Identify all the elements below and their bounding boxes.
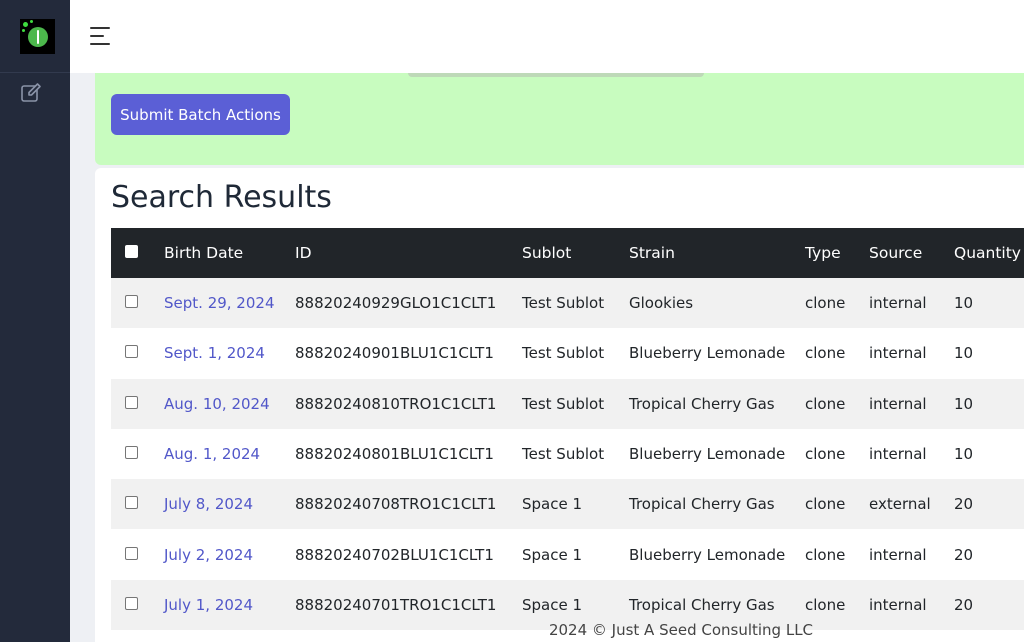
cell-sublot: Space 1 (522, 495, 583, 514)
row-select-cell (111, 429, 164, 479)
row-select-cell (111, 479, 164, 529)
sidebar-divider (0, 72, 70, 73)
row-select-cell (111, 328, 164, 378)
table-row: Sept. 1, 2024 88820240901BLU1C1CLT1 Test S… (111, 328, 1024, 379)
cell-birth-date: July 8, 2024 (164, 479, 295, 529)
cell-id: 88820240901BLU1C1CLT1 (295, 344, 494, 363)
search-results-title: Search Results (111, 180, 332, 215)
column-header[interactable]: Source (869, 228, 954, 278)
cell-id: 88820240810TRO1C1CLT1 (295, 394, 497, 413)
column-header[interactable]: Quantity (954, 228, 1024, 278)
row-checkbox[interactable] (125, 345, 138, 359)
cell-source: internal (869, 344, 927, 363)
cell-sublot: Space 1 (522, 545, 583, 564)
cell-id: 88820240801BLU1C1CLT1 (295, 445, 494, 464)
cell-type: clone (805, 294, 846, 313)
seed-leaf-logo-icon[interactable] (20, 19, 55, 54)
footer-copyright: 2024 © Just A Seed Consulting LLC (548, 621, 814, 639)
cell-quantity: 10 (954, 394, 974, 413)
search-results-card: Search Results Birth Date ID Sublot Stra… (95, 168, 1024, 642)
cell-strain: Blueberry Lemonade (629, 545, 786, 564)
sidebar (0, 0, 70, 642)
cell-type: clone (805, 394, 846, 413)
cell-source: internal (869, 445, 927, 464)
cell-type: clone (805, 545, 846, 564)
cell-birth-date: Aug. 1, 2024 (164, 429, 295, 479)
birth-date-link[interactable]: July 2, 2024 (164, 546, 253, 564)
birth-date-link[interactable]: Aug. 1, 2024 (164, 445, 260, 463)
results-table: Birth Date ID Sublot Strain Type Source … (111, 228, 1024, 631)
select-all-checkbox[interactable] (125, 245, 138, 258)
row-checkbox[interactable] (125, 546, 138, 560)
row-checkbox[interactable] (125, 395, 138, 409)
table-row: July 2, 2024 88820240702BLU1C1CLT1 Space 1… (111, 529, 1024, 580)
cell-source: internal (869, 545, 927, 564)
cell-strain: Glookies (629, 294, 694, 313)
hamburger-line (90, 43, 110, 45)
cell-birth-date: Aug. 10, 2024 (164, 379, 295, 429)
column-header[interactable]: Birth Date (164, 228, 295, 278)
row-checkbox[interactable] (125, 446, 138, 460)
birth-date-link[interactable]: Sept. 29, 2024 (164, 294, 275, 312)
select-all-cell (111, 228, 164, 278)
cell-quantity: 20 (954, 545, 974, 564)
cell-strain: Blueberry Lemonade (629, 445, 786, 464)
cell-source: internal (869, 394, 927, 413)
logo-dot (22, 29, 25, 32)
cell-id: 88820240702BLU1C1CLT1 (295, 545, 494, 564)
cell-sublot: Test Sublot (522, 344, 605, 363)
cell-sublot: Test Sublot (522, 445, 605, 464)
row-checkbox[interactable] (125, 496, 138, 510)
row-select-cell (111, 278, 164, 328)
cell-type: clone (805, 344, 846, 363)
cell-id: 88820240708TRO1C1CLT1 (295, 495, 497, 514)
cell-type: clone (805, 445, 846, 464)
table-header-row: Birth Date ID Sublot Strain Type Source … (111, 228, 1024, 278)
row-select-cell (111, 529, 164, 579)
hamburger-line (90, 27, 110, 29)
top-navbar (70, 0, 1024, 73)
cell-strain: Tropical Cherry Gas (629, 495, 775, 514)
birth-date-link[interactable]: July 8, 2024 (164, 495, 253, 513)
batch-actions-panel: Submit Batch Actions (95, 73, 1024, 165)
table-row: Aug. 10, 2024 88820240810TRO1C1CLT1 Test S… (111, 378, 1024, 429)
logo-dot (30, 20, 33, 23)
column-header[interactable]: Strain (629, 228, 805, 278)
cell-strain: Blueberry Lemonade (629, 344, 786, 363)
submit-batch-actions-button[interactable]: Submit Batch Actions (111, 94, 290, 135)
column-header[interactable]: Sublot (522, 228, 629, 278)
table-row: July 8, 2024 88820240708TRO1C1CLT1 Space 1… (111, 479, 1024, 530)
scrolled-input-edge (408, 73, 704, 77)
cell-strain: Tropical Cherry Gas (629, 394, 775, 413)
cell-birth-date: Sept. 29, 2024 (164, 278, 295, 328)
table-row: Sept. 29, 2024 88820240929GLO1C1CLT1 Test … (111, 278, 1024, 329)
edit-icon[interactable] (20, 82, 42, 104)
cell-birth-date: July 2, 2024 (164, 529, 295, 579)
cell-quantity: 20 (954, 495, 974, 514)
cell-quantity: 10 (954, 294, 974, 313)
table-row: Aug. 1, 2024 88820240801BLU1C1CLT1 Test Su… (111, 428, 1024, 480)
logo-leaf (28, 27, 48, 47)
cell-sublot: Test Sublot (522, 394, 605, 413)
birth-date-link[interactable]: July 1, 2024 (164, 596, 253, 614)
cell-quantity: 10 (954, 445, 974, 464)
row-checkbox[interactable] (125, 596, 138, 610)
row-select-cell (111, 379, 164, 429)
cell-id: 88820240929GLO1C1CLT1 (295, 294, 497, 313)
cell-source: internal (869, 294, 927, 313)
column-header[interactable]: ID (295, 228, 522, 278)
hamburger-line (90, 35, 104, 37)
cell-type: clone (805, 495, 846, 514)
birth-date-link[interactable]: Aug. 10, 2024 (164, 395, 270, 413)
cell-quantity: 10 (954, 344, 974, 363)
cell-source: external (869, 495, 931, 514)
row-checkbox[interactable] (125, 295, 138, 309)
cell-birth-date: Sept. 1, 2024 (164, 328, 295, 378)
birth-date-link[interactable]: Sept. 1, 2024 (164, 344, 265, 362)
hamburger-menu-icon[interactable] (90, 26, 112, 46)
cell-sublot: Test Sublot (522, 294, 605, 313)
logo-dot (23, 22, 28, 27)
column-header[interactable]: Type (805, 228, 869, 278)
